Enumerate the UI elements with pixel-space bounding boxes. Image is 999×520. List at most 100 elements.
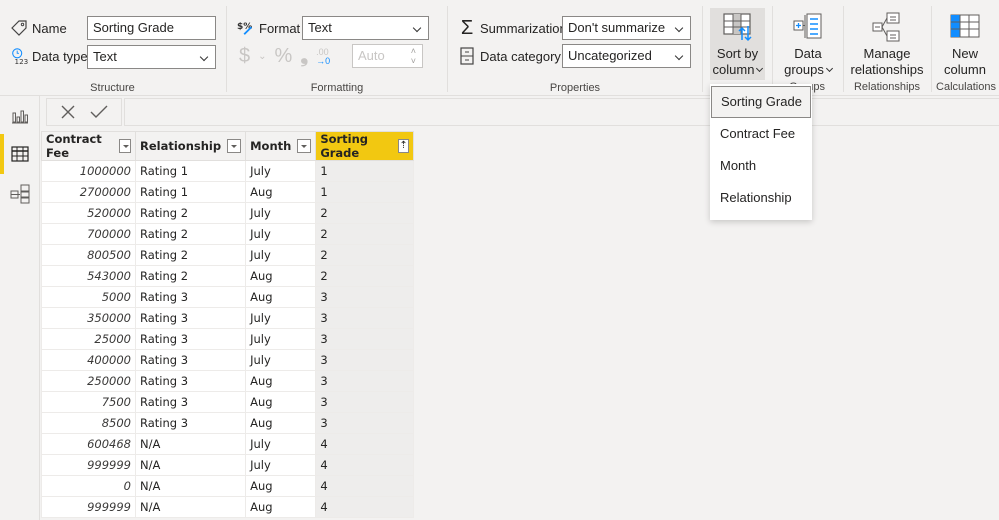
- cell-contract-fee[interactable]: 520000: [41, 202, 136, 224]
- spinner-icon[interactable]: ˄ ˅: [411, 46, 416, 66]
- cell-contract-fee[interactable]: 250000: [41, 370, 136, 392]
- cell-month[interactable]: July: [245, 244, 317, 266]
- cell-contract-fee[interactable]: 700000: [41, 223, 136, 245]
- filter-dropdown-icon[interactable]: [227, 139, 242, 153]
- cell-sorting-grade[interactable]: 1: [315, 160, 415, 182]
- cell-relationship[interactable]: Rating 3: [134, 328, 247, 350]
- column-header-relationship[interactable]: Relationship: [134, 131, 247, 161]
- cell-month[interactable]: Aug: [245, 412, 317, 434]
- cell-contract-fee[interactable]: 2700000: [41, 181, 136, 203]
- cell-month[interactable]: July: [245, 160, 317, 182]
- cell-contract-fee[interactable]: 400000: [41, 349, 136, 371]
- cell-month[interactable]: July: [245, 328, 317, 350]
- menu-item-month[interactable]: Month: [710, 150, 812, 182]
- menu-item-relationship[interactable]: Relationship: [710, 182, 812, 214]
- filter-dropdown-icon[interactable]: [119, 139, 131, 153]
- currency-dropdown-icon[interactable]: ⌄: [258, 51, 266, 62]
- cancel-icon[interactable]: [60, 104, 76, 120]
- cell-contract-fee[interactable]: 350000: [41, 307, 136, 329]
- cell-relationship[interactable]: Rating 3: [134, 286, 247, 308]
- cell-relationship[interactable]: N/A: [134, 433, 247, 455]
- cell-sorting-grade[interactable]: 2: [315, 223, 415, 245]
- cell-contract-fee[interactable]: 600468: [41, 433, 136, 455]
- cell-relationship[interactable]: Rating 1: [134, 160, 247, 182]
- cell-sorting-grade[interactable]: 1: [315, 181, 415, 203]
- cell-contract-fee[interactable]: 25000: [41, 328, 136, 350]
- menu-item-sorting-grade[interactable]: Sorting Grade: [711, 86, 811, 118]
- cell-contract-fee[interactable]: 543000: [41, 265, 136, 287]
- cell-month[interactable]: Aug: [245, 265, 317, 287]
- cell-relationship[interactable]: Rating 3: [134, 370, 247, 392]
- currency-icon[interactable]: $: [239, 45, 250, 68]
- percent-icon[interactable]: %: [275, 45, 293, 68]
- cell-sorting-grade[interactable]: 4: [315, 454, 415, 476]
- report-view-button[interactable]: [0, 96, 40, 136]
- data-groups-button[interactable]: Data groups: [778, 8, 838, 80]
- cell-contract-fee[interactable]: 1000000: [41, 160, 136, 182]
- sort-ascending-icon[interactable]: ⇡: [397, 139, 410, 153]
- new-column-button[interactable]: New column: [937, 8, 993, 80]
- column-header-sorting-grade[interactable]: Sorting Grade ⇡: [315, 131, 415, 161]
- cell-month[interactable]: Aug: [245, 391, 317, 413]
- cell-month[interactable]: July: [245, 223, 317, 245]
- cell-sorting-grade[interactable]: 3: [315, 412, 415, 434]
- cell-month[interactable]: Aug: [245, 181, 317, 203]
- cell-month[interactable]: Aug: [245, 496, 317, 518]
- cell-sorting-grade[interactable]: 2: [315, 244, 415, 266]
- column-header-contract-fee[interactable]: Contract Fee: [41, 131, 136, 161]
- cell-relationship[interactable]: Rating 2: [134, 265, 247, 287]
- filter-dropdown-icon[interactable]: [297, 139, 312, 153]
- cell-relationship[interactable]: Rating 2: [134, 223, 247, 245]
- cell-relationship[interactable]: Rating 3: [134, 391, 247, 413]
- cell-sorting-grade[interactable]: 4: [315, 433, 415, 455]
- cell-sorting-grade[interactable]: 4: [315, 475, 415, 497]
- commit-icon[interactable]: [90, 104, 108, 120]
- cell-relationship[interactable]: Rating 3: [134, 412, 247, 434]
- cell-month[interactable]: July: [245, 433, 317, 455]
- cell-month[interactable]: Aug: [245, 286, 317, 308]
- decimal-places-input[interactable]: Auto ˄ ˅: [352, 44, 423, 68]
- comma-icon[interactable]: ❟: [300, 45, 308, 68]
- cell-contract-fee[interactable]: 999999: [41, 454, 136, 476]
- cell-contract-fee[interactable]: 7500: [41, 391, 136, 413]
- category-select[interactable]: Uncategorized: [562, 44, 691, 68]
- cell-sorting-grade[interactable]: 3: [315, 349, 415, 371]
- cell-relationship[interactable]: Rating 2: [134, 202, 247, 224]
- cell-relationship[interactable]: N/A: [134, 475, 247, 497]
- cell-contract-fee[interactable]: 8500: [41, 412, 136, 434]
- cell-relationship[interactable]: Rating 3: [134, 307, 247, 329]
- cell-sorting-grade[interactable]: 3: [315, 391, 415, 413]
- sort-by-column-button[interactable]: Sort by column: [710, 8, 765, 80]
- cell-contract-fee[interactable]: 999999: [41, 496, 136, 518]
- column-header-month[interactable]: Month: [245, 131, 317, 161]
- cell-sorting-grade[interactable]: 4: [315, 496, 415, 518]
- cell-month[interactable]: July: [245, 307, 317, 329]
- cell-month[interactable]: July: [245, 202, 317, 224]
- menu-item-contract-fee[interactable]: Contract Fee: [710, 118, 812, 150]
- cell-month[interactable]: July: [245, 454, 317, 476]
- cell-relationship[interactable]: N/A: [134, 496, 247, 518]
- data-view-button[interactable]: [0, 134, 40, 174]
- cell-relationship[interactable]: Rating 2: [134, 244, 247, 266]
- cell-relationship[interactable]: N/A: [134, 454, 247, 476]
- cell-month[interactable]: July: [245, 349, 317, 371]
- decimals-icon[interactable]: .00 →0: [316, 47, 330, 66]
- summarization-select[interactable]: Don't summarize: [562, 16, 691, 40]
- model-view-button[interactable]: [0, 174, 40, 214]
- cell-relationship[interactable]: Rating 1: [134, 181, 247, 203]
- cell-sorting-grade[interactable]: 3: [315, 307, 415, 329]
- cell-sorting-grade[interactable]: 2: [315, 265, 415, 287]
- cell-sorting-grade[interactable]: 2: [315, 202, 415, 224]
- manage-relationships-button[interactable]: Manage relationships: [849, 8, 925, 80]
- cell-sorting-grade[interactable]: 3: [315, 328, 415, 350]
- cell-month[interactable]: Aug: [245, 475, 317, 497]
- format-select[interactable]: Text: [302, 16, 429, 40]
- formula-input[interactable]: [124, 98, 999, 126]
- cell-month[interactable]: Aug: [245, 370, 317, 392]
- cell-relationship[interactable]: Rating 3: [134, 349, 247, 371]
- cell-contract-fee[interactable]: 800500: [41, 244, 136, 266]
- cell-contract-fee[interactable]: 5000: [41, 286, 136, 308]
- cell-sorting-grade[interactable]: 3: [315, 370, 415, 392]
- datatype-select[interactable]: Text: [87, 45, 216, 69]
- cell-contract-fee[interactable]: 0: [41, 475, 136, 497]
